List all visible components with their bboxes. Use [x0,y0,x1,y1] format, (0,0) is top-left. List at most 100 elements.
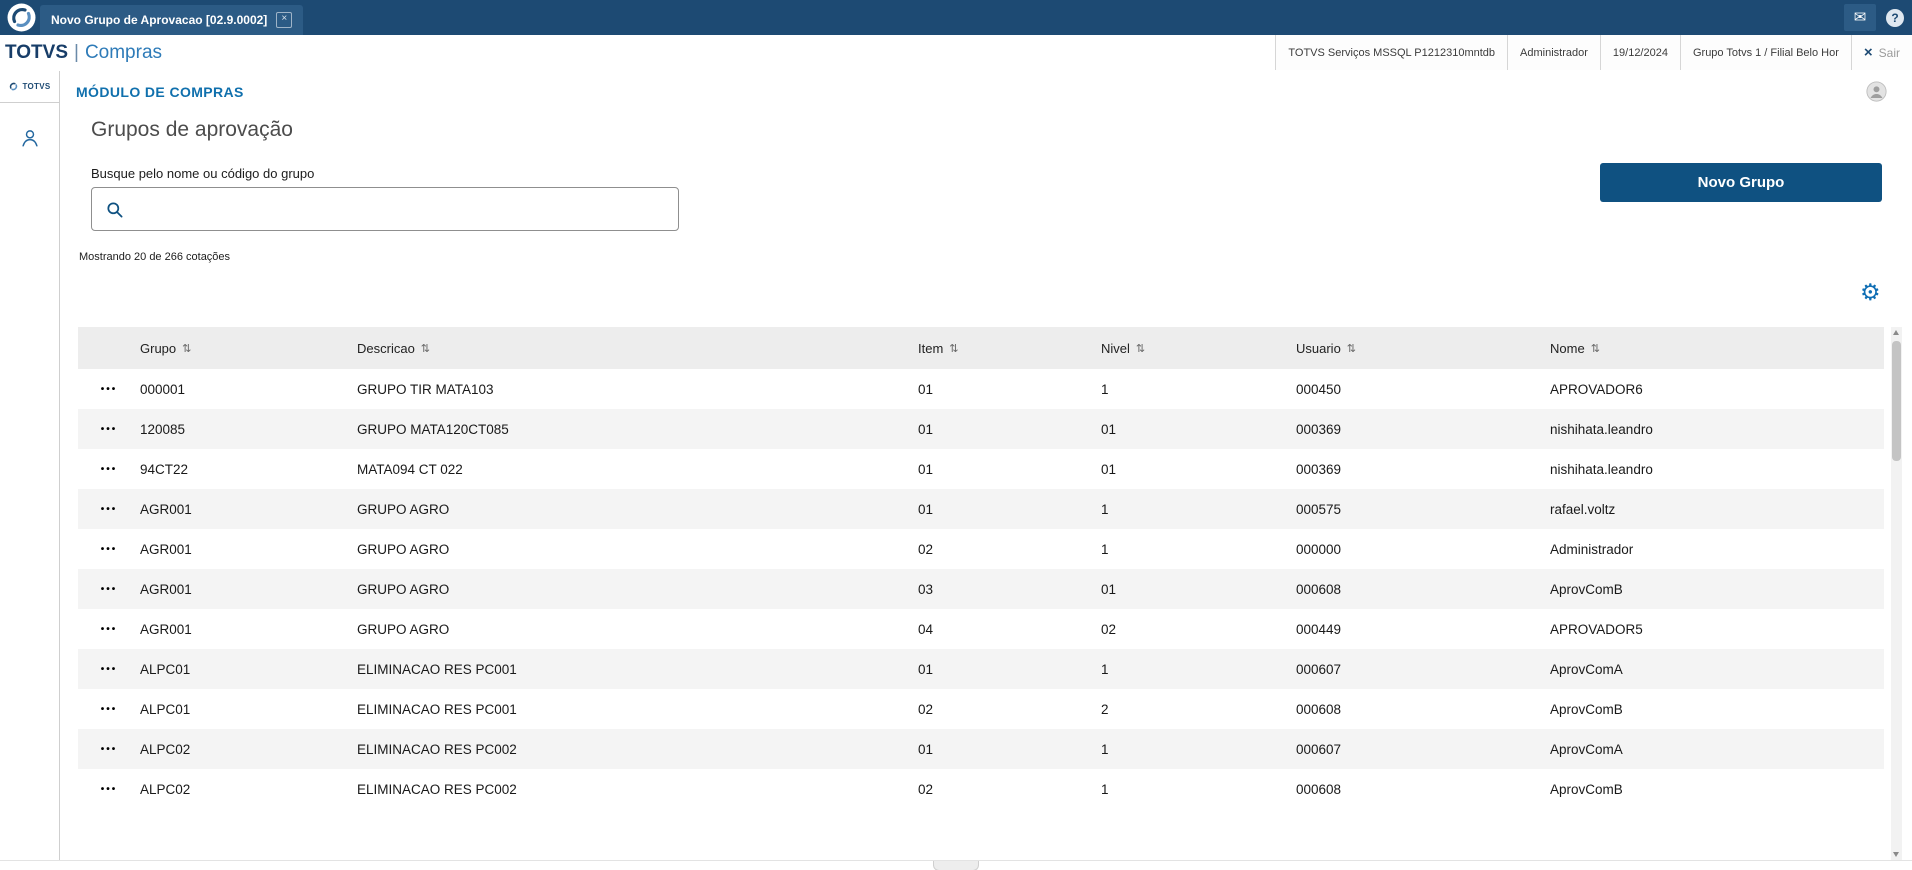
cell-nome: AprovComB [1550,781,1623,797]
sort-icon[interactable]: ⇅ [1347,342,1356,355]
sort-icon[interactable]: ⇅ [182,342,191,355]
table-row[interactable]: ••• 94CT22 MATA094 CT 022 01 01 000369 n… [78,449,1884,489]
search-box [91,187,679,231]
mail-icon: ✉ [1853,9,1867,26]
cell-descricao: ELIMINACAO RES PC001 [357,661,517,677]
scroll-thumb[interactable] [1892,341,1901,461]
row-actions-button[interactable]: ••• [101,504,118,515]
cell-descricao: GRUPO AGRO [357,541,450,557]
sort-icon[interactable]: ⇅ [949,342,958,355]
row-actions-button[interactable]: ••• [101,704,118,715]
totvs-mini-logo-icon [10,82,18,91]
row-actions-button[interactable]: ••• [101,624,118,635]
table-row[interactable]: ••• AGR001 GRUPO AGRO 01 1 000575 rafael… [78,489,1884,529]
cell-nome: AprovComA [1550,741,1623,757]
row-actions-button[interactable]: ••• [101,424,118,435]
column-header-descricao[interactable]: Descricao ⇅ [357,327,918,369]
table-row[interactable]: ••• ALPC02 ELIMINACAO RES PC002 01 1 000… [78,729,1884,769]
row-actions-button[interactable]: ••• [101,744,118,755]
exit-icon: × [1863,44,1873,61]
actions-column-header [78,327,140,369]
cell-item: 02 [918,541,934,557]
sort-icon[interactable]: ⇅ [421,342,430,355]
window-tab[interactable]: Novo Grupo de Aprovacao [02.9.0002] × [40,5,304,35]
cell-item: 01 [918,461,934,477]
cell-item: 01 [918,661,934,677]
cell-descricao: GRUPO AGRO [357,501,450,517]
cell-descricao: GRUPO AGRO [357,581,450,597]
row-actions-button[interactable]: ••• [101,664,118,675]
cell-item: 02 [918,781,934,797]
header-info-bar: TOTVS Serviços MSSQL P1212310mntdb Admin… [1275,35,1912,70]
brand-totvs-text: TOTVS [5,41,68,63]
row-actions-button[interactable]: ••• [101,464,118,475]
column-header-grupo[interactable]: Grupo ⇅ [140,327,357,369]
sidebar-item-user[interactable] [0,127,59,149]
sort-icon[interactable]: ⇅ [1136,342,1145,355]
user-icon [21,130,38,147]
date-info: 19/12/2024 [1599,35,1680,70]
totvs-logo-icon [7,3,36,32]
close-icon[interactable]: × [276,12,293,28]
cell-usuario: 000607 [1296,741,1342,757]
column-header-nivel[interactable]: Nivel ⇅ [1101,327,1296,369]
cell-item: 01 [918,501,934,517]
cell-item: 01 [918,381,934,397]
help-icon: ? [1891,10,1899,25]
main-content: MÓDULO DE COMPRAS Grupos de aprovação Bu… [60,71,1912,870]
table-row[interactable]: ••• AGR001 GRUPO AGRO 02 1 000000 Admini… [78,529,1884,569]
search-icon [105,200,124,219]
row-actions-cell: ••• [78,609,140,649]
column-header-usuario[interactable]: Usuario ⇅ [1296,327,1550,369]
table-row[interactable]: ••• AGR001 GRUPO AGRO 04 02 000449 APROV… [78,609,1884,649]
cell-nome: APROVADOR5 [1550,621,1643,637]
cell-grupo: ALPC02 [140,781,191,797]
table-row[interactable]: ••• 120085 GRUPO MATA120CT085 01 01 0003… [78,409,1884,449]
cell-nivel: 2 [1101,701,1109,717]
column-header-nome[interactable]: Nome ⇅ [1550,327,1884,369]
approval-groups-table: Grupo ⇅ Descricao ⇅ Item ⇅ Nivel ⇅ Usuar… [78,327,1884,809]
row-actions-button[interactable]: ••• [101,544,118,555]
table-row[interactable]: ••• ALPC01 ELIMINACAO RES PC001 02 2 000… [78,689,1884,729]
cell-grupo: ALPC02 [140,741,191,757]
vertical-scrollbar[interactable] [1891,327,1902,860]
sidebar-logo-label: TOTVS [22,82,51,91]
search-input[interactable] [124,188,678,230]
table-row[interactable]: ••• ALPC02 ELIMINACAO RES PC002 02 1 000… [78,769,1884,809]
sort-icon[interactable]: ⇅ [1591,342,1600,355]
brand: TOTVS | Compras [5,35,162,70]
new-group-button[interactable]: Novo Grupo [1600,163,1882,202]
cell-grupo: AGR001 [140,581,192,597]
topbar: Novo Grupo de Aprovacao [02.9.0002] × ✉ … [0,0,1912,35]
cell-descricao: ELIMINACAO RES PC001 [357,701,517,717]
table-row[interactable]: ••• ALPC01 ELIMINACAO RES PC001 01 1 000… [78,649,1884,689]
mail-button[interactable]: ✉ [1844,4,1876,31]
sidebar-totvs-logo-button[interactable]: TOTVS [0,71,59,103]
help-button[interactable]: ? [1886,8,1904,27]
settings-gear-button[interactable]: ⚙ [1860,281,1881,304]
cell-nivel: 01 [1101,581,1117,597]
row-actions-button[interactable]: ••• [101,384,118,395]
column-header-item[interactable]: Item ⇅ [918,327,1101,369]
window-tab-label: Novo Grupo de Aprovacao [02.9.0002] [51,13,268,27]
cell-usuario: 000608 [1296,701,1342,717]
cell-nivel: 1 [1101,741,1109,757]
logout-button[interactable]: × Sair [1850,35,1912,70]
company-branch-info[interactable]: Grupo Totvs 1 / Filial Belo Hor [1679,35,1851,70]
table-row[interactable]: ••• AGR001 GRUPO AGRO 03 01 000608 Aprov… [78,569,1884,609]
row-actions-button[interactable]: ••• [101,584,118,595]
cell-item: 04 [918,621,934,637]
row-actions-cell: ••• [78,489,140,529]
bottom-handle [933,861,979,870]
app-header: TOTVS | Compras TOTVS Serviços MSSQL P12… [0,35,1912,72]
scroll-up-arrow[interactable] [1893,330,1899,335]
cell-usuario: 000369 [1296,421,1342,437]
cell-nivel: 01 [1101,421,1117,437]
cell-grupo: AGR001 [140,541,192,557]
avatar-button[interactable] [1866,81,1887,107]
scroll-down-arrow[interactable] [1893,852,1899,857]
cell-usuario: 000575 [1296,501,1342,517]
bottom-edge [0,860,1912,870]
table-row[interactable]: ••• 000001 GRUPO TIR MATA103 01 1 000450… [78,369,1884,409]
row-actions-button[interactable]: ••• [101,784,118,795]
